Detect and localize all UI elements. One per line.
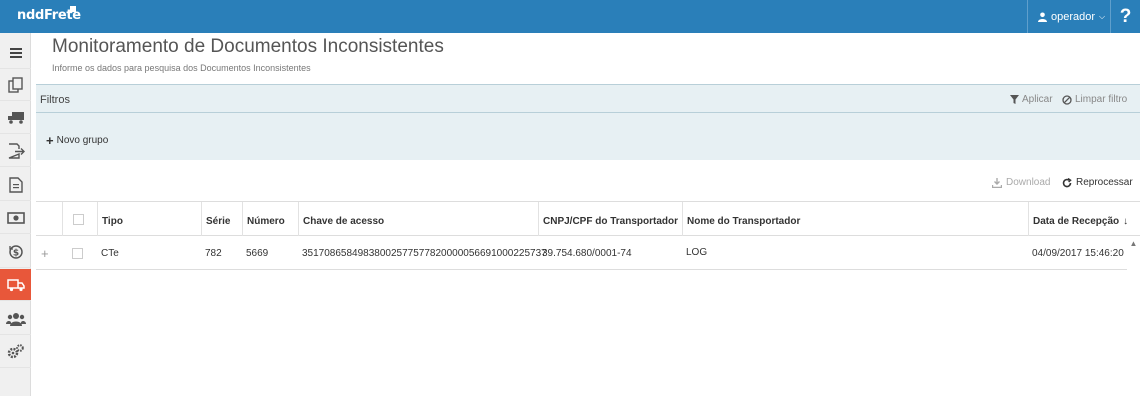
column-header-chave[interactable]: Chave de acesso (298, 202, 538, 236)
column-header-nome[interactable]: Nome do Transportador (682, 202, 1028, 236)
logo-mark (70, 6, 76, 12)
expand-row-icon[interactable]: + (41, 246, 49, 261)
filter-icon (1010, 95, 1019, 104)
help-icon: ? (1119, 5, 1132, 27)
column-header-data-label: Data de Recepção (1033, 216, 1120, 227)
scroll-up-arrow[interactable]: ▲ (1127, 236, 1140, 250)
help-button[interactable]: ? (1110, 0, 1140, 33)
cell-tipo: CTe (101, 248, 119, 259)
sidebar-item-users[interactable] (0, 303, 31, 335)
sidebar-item-billing[interactable]: $ (0, 236, 31, 268)
sidebar-item-finance[interactable] (0, 202, 31, 234)
documents-icon (7, 76, 23, 93)
top-bar: nddFrete operador ⌵ ? (0, 0, 1140, 33)
svg-text:$: $ (12, 248, 18, 258)
cell-cnpj: 39.754.680/0001-74 (542, 248, 632, 259)
user-menu[interactable]: operador ⌵ (1027, 0, 1110, 33)
filter-panel: + Novo grupo (36, 113, 1140, 160)
page-title: Monitoramento de Documentos Inconsistent… (52, 36, 444, 57)
clear-filter-label: Limpar filtro (1075, 94, 1128, 105)
header-select-cell (62, 202, 97, 236)
column-header-numero[interactable]: Número (242, 202, 298, 236)
file-icon (8, 176, 23, 193)
cell-numero: 5669 (246, 248, 269, 259)
sidebar: $ (0, 33, 31, 396)
clear-filter-button[interactable]: Limpar filtro (1062, 94, 1127, 105)
money-icon (6, 211, 25, 224)
dollar-cycle-icon: $ (8, 244, 23, 259)
sidebar-item-transport[interactable] (0, 102, 31, 134)
cell-data: 04/09/2017 15:46:20 (1032, 248, 1124, 259)
cell-chave: 3517086584983800257757782000005669100022… (302, 248, 547, 259)
user-name: operador (1051, 10, 1096, 23)
documents-grid: Tipo Série Número Chave de acesso CNPJ/C… (36, 201, 1140, 396)
page-subtitle: Informe os dados para pesquisa dos Docum… (52, 63, 311, 73)
header-expand-cell (36, 202, 62, 236)
apply-filter-label: Aplicar (1022, 94, 1053, 105)
download-icon (992, 177, 1002, 188)
settings-icon (7, 343, 24, 358)
column-header-serie[interactable]: Série (201, 202, 242, 236)
users-icon (5, 312, 26, 326)
filter-label: Filtros (40, 94, 70, 106)
download-label: Download (1006, 177, 1051, 188)
apply-filter-button[interactable]: Aplicar (1010, 94, 1053, 105)
sidebar-item-documents[interactable] (0, 69, 31, 101)
row-checkbox[interactable] (72, 248, 83, 259)
sort-down-icon: ↓ (1123, 216, 1129, 227)
refresh-icon (1062, 177, 1072, 187)
table-row[interactable]: + CTe 782 5669 3517086584983800257757782… (36, 236, 1127, 270)
download-button[interactable]: Download (992, 177, 1050, 188)
new-group-button[interactable]: + Novo grupo (46, 132, 109, 148)
new-group-label: Novo grupo (56, 135, 109, 146)
cell-serie: 782 (205, 248, 222, 259)
reprocess-button[interactable]: Reprocessar (1062, 177, 1133, 188)
export-icon (8, 142, 25, 159)
sidebar-item-settings[interactable] (0, 336, 31, 368)
filter-bar: Filtros Aplicar Limpar filtro (36, 84, 1140, 113)
select-all-checkbox[interactable] (73, 214, 84, 225)
truck-alert-icon (6, 278, 25, 291)
menu-icon (9, 47, 22, 58)
chevron-down-icon: ⌵ (1099, 11, 1106, 21)
reprocess-label: Reprocessar (1076, 177, 1133, 188)
column-header-tipo[interactable]: Tipo (97, 202, 201, 236)
column-header-cnpj[interactable]: CNPJ/CPF do Transportador (538, 202, 682, 236)
column-header-data[interactable]: Data de Recepção ↓ (1028, 202, 1140, 236)
sidebar-item-menu[interactable] (0, 37, 31, 69)
grid-header: Tipo Série Número Chave de acesso CNPJ/C… (36, 202, 1140, 236)
user-icon (1038, 12, 1047, 22)
truck-icon (7, 112, 24, 124)
plus-icon: + (46, 132, 54, 148)
ban-icon (1062, 94, 1072, 105)
sidebar-item-inconsistent-documents[interactable] (0, 269, 31, 301)
sidebar-item-reports[interactable] (0, 169, 31, 201)
cell-nome: LOG (686, 247, 708, 258)
sidebar-item-export[interactable] (0, 135, 31, 167)
